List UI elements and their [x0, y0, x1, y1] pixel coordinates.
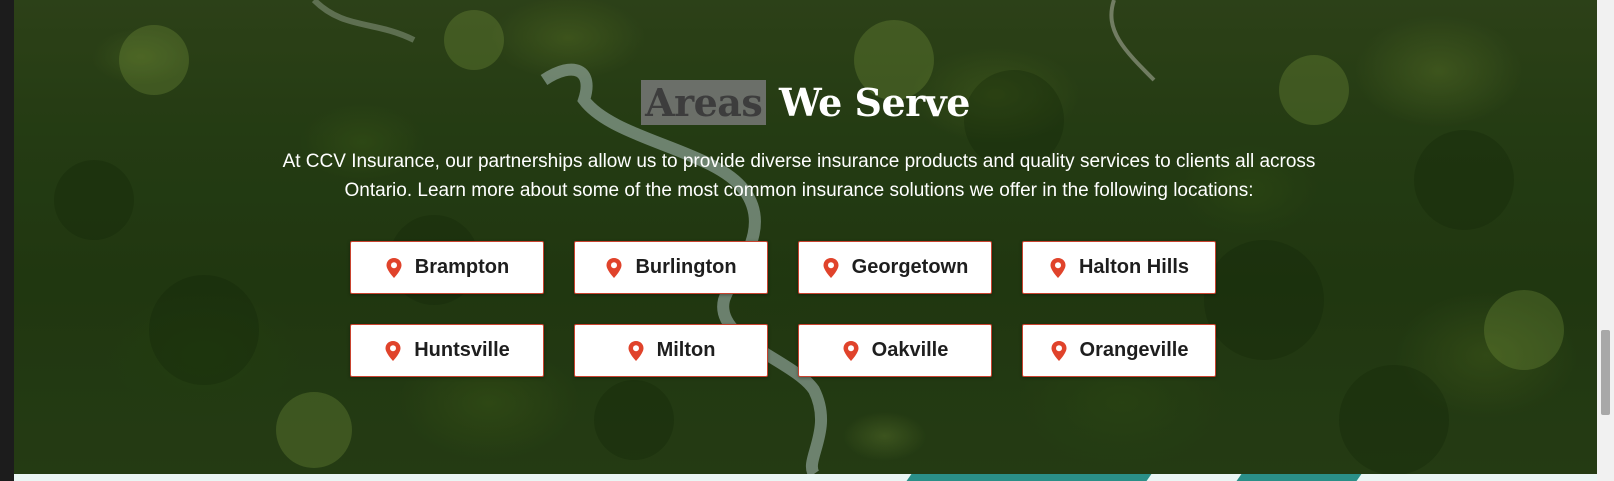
- location-label: Brampton: [414, 256, 510, 278]
- areas-we-serve-section: Areas We Serve At CCV Insurance, our par…: [14, 0, 1597, 474]
- location-button-burlington[interactable]: Burlington: [574, 241, 768, 294]
- section-title: Areas We Serve: [14, 80, 1597, 125]
- map-pin-icon: [628, 340, 644, 361]
- map-pin-icon: [386, 257, 402, 278]
- location-label: Milton: [656, 339, 716, 361]
- location-button-oakville[interactable]: Oakville: [798, 324, 992, 377]
- title-rest: We Serve: [766, 80, 970, 125]
- title-highlighted-word: Areas: [641, 80, 767, 125]
- location-label: Georgetown: [851, 256, 969, 278]
- next-section-band: [14, 474, 1597, 481]
- location-label: Orangeville: [1079, 339, 1189, 361]
- map-pin-icon: [385, 340, 401, 361]
- map-pin-icon: [1050, 257, 1066, 278]
- location-button-huntsville[interactable]: Huntsville: [350, 324, 544, 377]
- location-label: Oakville: [871, 339, 949, 361]
- map-pin-icon: [823, 257, 839, 278]
- map-pin-icon: [606, 257, 622, 278]
- location-button-milton[interactable]: Milton: [574, 324, 768, 377]
- location-label: Halton Hills: [1078, 256, 1189, 278]
- scrollbar-thumb[interactable]: [1601, 330, 1610, 415]
- location-label: Burlington: [635, 256, 737, 278]
- location-button-orangeville[interactable]: Orangeville: [1022, 324, 1216, 377]
- intro-line-2: Ontario. Learn more about some of the mo…: [344, 180, 1254, 201]
- map-pin-icon: [843, 340, 859, 361]
- page-scrollbar[interactable]: [1597, 0, 1614, 481]
- map-pin-icon: [1051, 340, 1067, 361]
- location-label: Huntsville: [414, 339, 510, 361]
- decorative-stripe: [1236, 474, 1362, 481]
- intro-paragraph: At CCV Insurance, our partnerships allow…: [244, 147, 1354, 205]
- location-button-georgetown[interactable]: Georgetown: [798, 241, 992, 294]
- locations-grid: Brampton Burlington Georgetown Halton Hi…: [350, 241, 1220, 377]
- window-left-edge: [0, 0, 14, 481]
- intro-line-1: At CCV Insurance, our partnerships allow…: [282, 151, 1316, 172]
- location-button-brampton[interactable]: Brampton: [350, 241, 544, 294]
- decorative-stripe: [906, 474, 1152, 481]
- location-button-halton-hills[interactable]: Halton Hills: [1022, 241, 1216, 294]
- forest-background-image: [54, 0, 1564, 474]
